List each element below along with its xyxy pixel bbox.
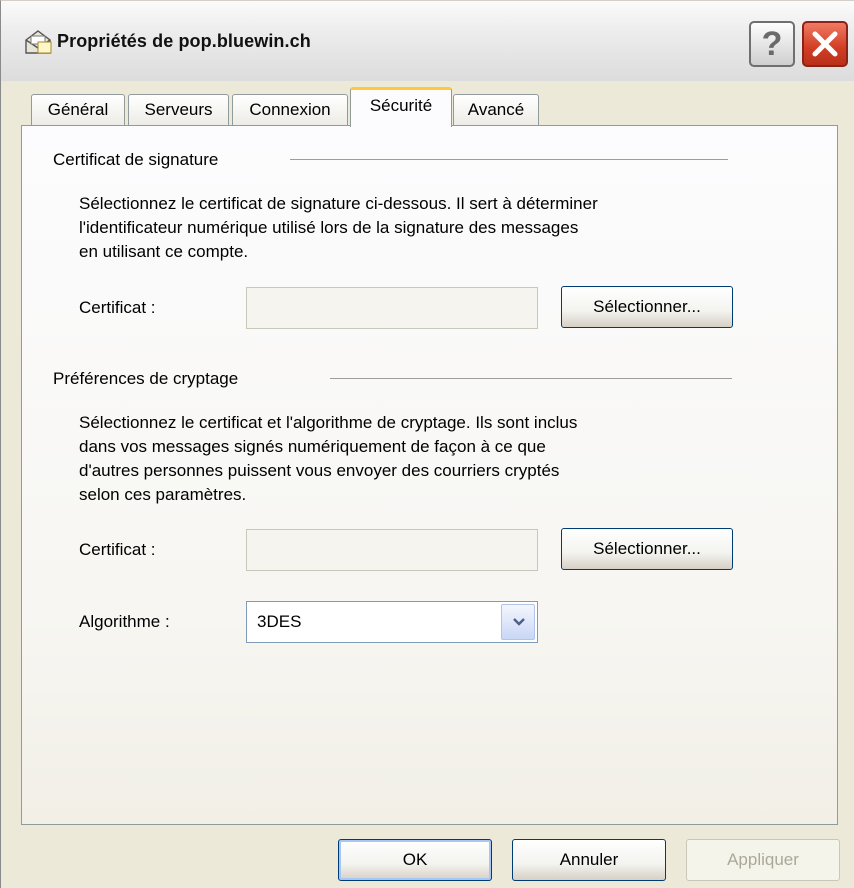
tab-general[interactable]: Général: [31, 94, 125, 126]
algorithm-selected-value: 3DES: [257, 612, 302, 631]
tab-security-label: Sécurité: [369, 96, 433, 115]
tab-connection-label: Connexion: [249, 100, 331, 119]
signing-description-line-1: Sélectionnez le certificat de signature …: [79, 194, 598, 213]
encryption-description-line-4: selon ces paramètres.: [79, 485, 247, 504]
signing-cert-field[interactable]: [246, 287, 538, 329]
encryption-description-line-2: dans vos messages signés numériquement d…: [79, 437, 546, 456]
window-title: Propriétés de pop.bluewin.ch: [57, 31, 311, 51]
tab-general-label: Général: [47, 100, 109, 119]
security-tab-panel: Certificat de signature Sélectionnez le …: [21, 125, 838, 825]
encryption-cert-field[interactable]: [246, 529, 538, 571]
help-button[interactable]: ?: [749, 21, 795, 67]
title-bar[interactable]: Propriétés de pop.bluewin.ch ?: [1, 1, 854, 81]
tab-servers[interactable]: Serveurs: [128, 94, 229, 126]
tab-advanced[interactable]: Avancé: [453, 94, 539, 126]
tab-servers-label: Serveurs: [144, 100, 213, 119]
encryption-description-line-3: d'autres personnes puissent vous envoyer…: [79, 461, 560, 480]
signing-select-button-label: Sélectionner...: [593, 297, 701, 316]
signing-group-divider: [290, 159, 728, 160]
encryption-group-divider: [330, 378, 732, 379]
apply-button-label: Appliquer: [727, 850, 799, 869]
algorithm-select[interactable]: 3DES: [246, 601, 538, 643]
encryption-group-label: Préférences de cryptage: [53, 369, 239, 388]
algorithm-label: Algorithme :: [79, 612, 170, 631]
tab-security[interactable]: Sécurité: [350, 87, 452, 127]
chevron-down-icon[interactable]: [501, 604, 535, 640]
properties-dialog: Propriétés de pop.bluewin.ch ? Général S…: [0, 0, 854, 888]
signing-select-button[interactable]: Sélectionner...: [561, 286, 733, 328]
signing-cert-label: Certificat :: [79, 298, 156, 317]
encryption-description-line-1: Sélectionnez le certificat et l'algorith…: [79, 413, 578, 432]
cancel-button-label: Annuler: [559, 850, 619, 869]
mail-account-icon: [23, 28, 53, 56]
encryption-select-button[interactable]: Sélectionner...: [561, 528, 733, 570]
tab-advanced-label: Avancé: [467, 100, 525, 119]
encryption-cert-label: Certificat :: [79, 540, 156, 559]
encryption-select-button-label: Sélectionner...: [593, 539, 701, 558]
signing-description: Sélectionnez le certificat de signature …: [79, 192, 598, 264]
cancel-button[interactable]: Annuler: [512, 839, 666, 881]
tab-connection[interactable]: Connexion: [232, 94, 348, 126]
ok-button[interactable]: OK: [338, 839, 492, 881]
signing-description-line-3: en utilisant ce compte.: [79, 242, 249, 261]
signing-description-line-2: l'identificateur numérique utilisé lors …: [79, 218, 579, 237]
help-icon: ?: [761, 25, 783, 63]
ok-button-label: OK: [402, 850, 428, 869]
encryption-description: Sélectionnez le certificat et l'algorith…: [79, 411, 577, 507]
close-button[interactable]: [802, 21, 848, 67]
apply-button[interactable]: Appliquer: [686, 839, 840, 881]
signing-group-label: Certificat de signature: [53, 150, 219, 169]
